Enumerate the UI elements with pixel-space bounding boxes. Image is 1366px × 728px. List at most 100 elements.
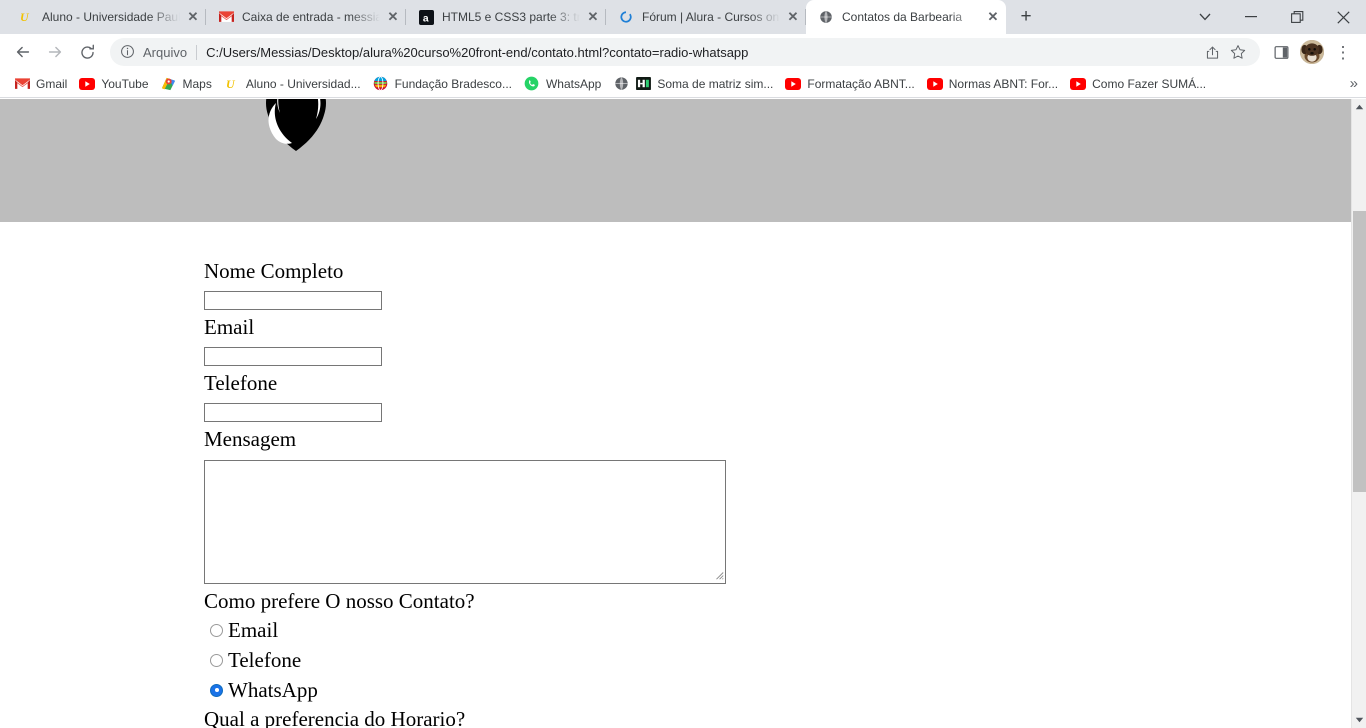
- youtube-icon: [1070, 76, 1087, 92]
- browser-tab-2[interactable]: a HTML5 e CSS3 parte 3: traba ✕: [406, 0, 606, 34]
- share-icon[interactable]: [1200, 40, 1224, 64]
- tab-close-icon[interactable]: ✕: [384, 8, 402, 26]
- scroll-down-arrow-icon[interactable]: [1352, 712, 1366, 728]
- radio-telefone-input[interactable]: [210, 653, 223, 667]
- site-header: [0, 99, 1351, 222]
- bookmark-label: Formatação ABNT...: [807, 76, 915, 91]
- browser-toolbar: Arquivo C:/Users/Messias/Desktop/alura%2…: [0, 34, 1366, 70]
- bookmark-label: Soma de matriz sim...: [657, 76, 774, 91]
- bookmark-star-icon[interactable]: [1226, 40, 1250, 64]
- side-panel-icon[interactable]: [1266, 37, 1296, 67]
- new-tab-button[interactable]: +: [1012, 3, 1040, 31]
- page-content: Nome Completo Email Telefone Mensagem Co…: [0, 99, 1351, 728]
- radio-whatsapp-label: WhatsApp: [228, 677, 318, 702]
- input-telefone[interactable]: [204, 403, 382, 422]
- tab-title: Fórum | Alura - Cursos online: [642, 10, 780, 24]
- bookmark-label: Maps: [182, 76, 212, 91]
- info-circle-icon[interactable]: [120, 44, 136, 60]
- bookmark-normas-abnt[interactable]: Normas ABNT: For...: [923, 73, 1066, 95]
- browser-menu-icon[interactable]: ⋮: [1328, 37, 1358, 67]
- bookmarks-overflow-icon[interactable]: »: [1350, 75, 1358, 92]
- bookmarks-bar: Gmail YouTube Maps U Aluno - Universidad…: [0, 70, 1366, 98]
- profile-avatar[interactable]: [1300, 40, 1324, 64]
- radio-email-label: Email: [228, 617, 279, 642]
- label-contact-question: Como prefere O nosso Contato?: [204, 589, 475, 613]
- browser-tab-0[interactable]: U Aluno - Universidade Paulista ✕: [6, 0, 206, 34]
- tab-title: HTML5 e CSS3 parte 3: traba: [442, 10, 580, 24]
- bookmark-gmail[interactable]: Gmail: [10, 73, 75, 95]
- bookmark-label: Fundação Bradesco...: [394, 76, 512, 91]
- svg-text:U: U: [226, 77, 236, 91]
- label-telefone: Telefone: [204, 371, 278, 395]
- svg-text:U: U: [20, 10, 30, 24]
- close-window-button[interactable]: [1320, 0, 1366, 34]
- bookmark-formatacao-abnt[interactable]: Formatação ABNT...: [781, 73, 922, 95]
- radio-whatsapp-input[interactable]: [210, 683, 223, 697]
- radio-telefone-label: Telefone: [228, 647, 302, 672]
- tab-search-icon[interactable]: [1182, 0, 1228, 34]
- tab-close-icon[interactable]: ✕: [984, 8, 1002, 26]
- bookmark-maps[interactable]: Maps: [157, 73, 220, 95]
- gmail-icon: [14, 76, 30, 92]
- radio-row-email[interactable]: Email: [204, 615, 1351, 645]
- browser-window: U Aluno - Universidade Paulista ✕ Caixa …: [0, 0, 1366, 728]
- bookmark-whatsapp[interactable]: WhatsApp: [520, 73, 609, 95]
- maximize-restore-button[interactable]: [1274, 0, 1320, 34]
- textarea-wrapper: [204, 460, 726, 584]
- address-bar[interactable]: Arquivo C:/Users/Messias/Desktop/alura%2…: [110, 38, 1260, 66]
- whatsapp-icon: [524, 76, 540, 92]
- alura-a-icon: a: [418, 9, 434, 25]
- tab-close-icon[interactable]: ✕: [584, 8, 602, 26]
- radio-row-whatsapp[interactable]: WhatsApp: [204, 675, 1351, 705]
- bookmark-aluno-unip[interactable]: U Aluno - Universidad...: [220, 73, 369, 95]
- bookmark-label: YouTube: [101, 76, 149, 91]
- input-email[interactable]: [204, 347, 382, 366]
- unip-u-icon: U: [18, 9, 34, 25]
- label-mensagem: Mensagem: [204, 427, 297, 451]
- bookmark-globe-unnamed[interactable]: [609, 73, 631, 95]
- page-scrollbar[interactable]: [1351, 99, 1366, 728]
- bookmark-fundacao-bradesco[interactable]: Fundação Bradesco...: [369, 73, 520, 95]
- back-button[interactable]: [8, 37, 38, 67]
- radio-row-telefone[interactable]: Telefone: [204, 645, 1351, 675]
- maps-icon: [161, 76, 177, 92]
- input-nome-completo[interactable]: [204, 291, 382, 310]
- globe-icon: [818, 9, 834, 25]
- bookmark-label: Normas ABNT: For...: [948, 76, 1059, 91]
- svg-text:a: a: [422, 13, 428, 24]
- url-text: C:/Users/Messias/Desktop/alura%20curso%2…: [206, 44, 749, 60]
- bookmark-soma-matriz[interactable]: Soma de matriz sim...: [631, 73, 781, 95]
- globe-icon: [613, 76, 629, 92]
- tab-close-icon[interactable]: ✕: [184, 8, 202, 26]
- tab-close-icon[interactable]: ✕: [784, 8, 802, 26]
- bookmark-label: Como Fazer SUMÁ...: [1092, 76, 1207, 91]
- tab-title: Aluno - Universidade Paulista: [42, 10, 180, 24]
- beard-logo-icon: [252, 99, 340, 171]
- browser-tab-4-active[interactable]: Contatos da Barbearia ✕: [806, 0, 1006, 34]
- bookmark-como-fazer-sumario[interactable]: Como Fazer SUMÁ...: [1066, 73, 1214, 95]
- scroll-up-arrow-icon[interactable]: [1352, 99, 1366, 115]
- alura-circle-icon: [618, 9, 634, 25]
- gmail-icon: [218, 9, 234, 25]
- scrollbar-thumb[interactable]: [1353, 211, 1366, 492]
- minimize-button[interactable]: [1228, 0, 1274, 34]
- label-nome-completo: Nome Completo: [204, 259, 344, 283]
- reload-button[interactable]: [72, 37, 102, 67]
- youtube-icon: [79, 76, 96, 92]
- bookmark-label: Aluno - Universidad...: [245, 76, 361, 91]
- textarea-mensagem[interactable]: [204, 460, 726, 584]
- forward-button[interactable]: [40, 37, 70, 67]
- browser-tab-1[interactable]: Caixa de entrada - messias.va ✕: [206, 0, 406, 34]
- bookmark-youtube[interactable]: YouTube: [75, 73, 156, 95]
- contact-form: Nome Completo Email Telefone Mensagem Co…: [0, 222, 1351, 728]
- label-schedule-question: Qual a preferencia do Horario?: [204, 707, 466, 728]
- bookmark-label: WhatsApp: [545, 76, 602, 91]
- browser-tab-3[interactable]: Fórum | Alura - Cursos online ✕: [606, 0, 806, 34]
- main-content: Nome Completo Email Telefone Mensagem Co…: [0, 222, 1351, 728]
- radio-email-input[interactable]: [210, 623, 223, 637]
- bookmark-label: Gmail: [36, 76, 68, 91]
- window-controls: [1182, 0, 1366, 34]
- unip-u-icon: U: [224, 76, 240, 92]
- label-email: Email: [204, 315, 255, 339]
- tab-strip: U Aluno - Universidade Paulista ✕ Caixa …: [0, 0, 1366, 34]
